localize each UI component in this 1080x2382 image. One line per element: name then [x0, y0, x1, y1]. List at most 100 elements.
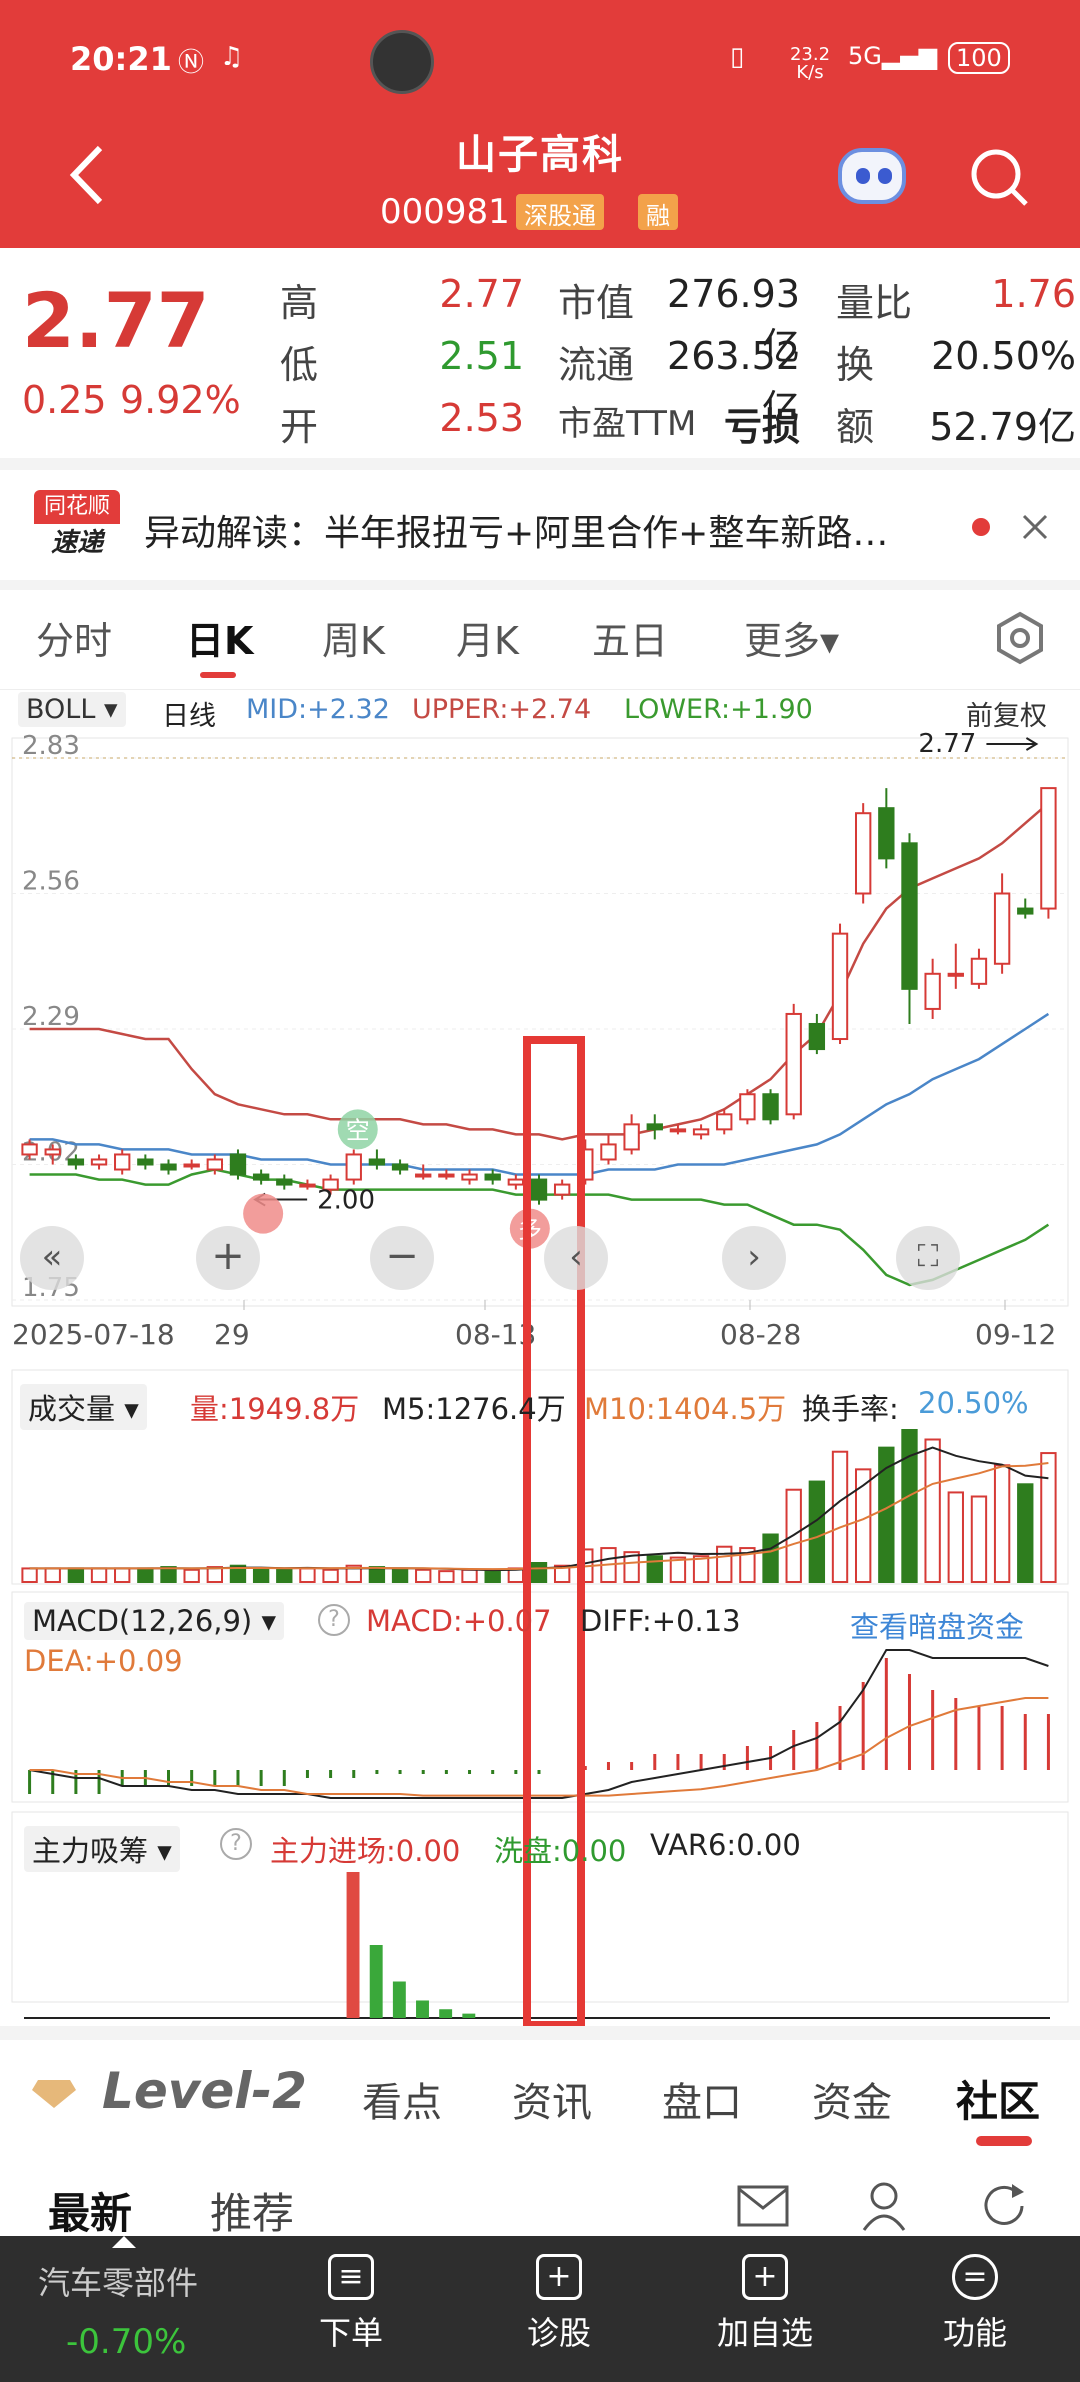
x-tick-label: 08-28 — [720, 1318, 801, 1351]
tag-margin[interactable]: 融 — [638, 194, 678, 230]
candle — [993, 892, 1011, 965]
help-icon[interactable]: ? — [318, 1604, 350, 1636]
turnover-rate-label: 换手率: — [802, 1392, 899, 1426]
var6-value: VAR6:0.00 — [650, 1828, 801, 1862]
wash-bar — [439, 2009, 453, 2018]
battery-icon: 100 — [948, 42, 1010, 74]
high-value: 2.77 — [439, 272, 524, 316]
main-force-select[interactable]: 主力吸筹 ▾ — [24, 1826, 180, 1872]
add-watchlist-button[interactable]: + 加自选 — [700, 2254, 830, 2354]
dea-value: DEA:+0.09 — [24, 1644, 183, 1678]
volume-header: 成交量 ▾ 量:1949.8万 M5:1276.4万 M10:1404.5万 换… — [0, 1376, 1080, 1430]
candle — [137, 1158, 154, 1166]
search-icon[interactable] — [968, 146, 1032, 210]
signal-icon: 5G▂▄▆ — [848, 42, 938, 70]
order-button[interactable]: ≡ 下单 — [286, 2254, 416, 2354]
tab-news[interactable]: 资讯 — [512, 2070, 592, 2128]
tag-hk-connect[interactable]: 深股通 — [516, 194, 604, 230]
scroll-right-icon[interactable]: › — [722, 1226, 786, 1290]
low-marker: 2.00 — [317, 1186, 375, 1216]
candle — [808, 1022, 826, 1051]
candle — [600, 1143, 617, 1161]
period-tabs: 分时 日K 周K 月K 五日 更多▾ — [0, 590, 1080, 690]
tab-orderbook[interactable]: 盘口 — [662, 2070, 742, 2128]
tab-funds[interactable]: 资金 — [812, 2070, 892, 2128]
tab-latest[interactable]: 最新 — [48, 2180, 132, 2241]
settings-icon[interactable] — [992, 610, 1048, 666]
price-change-pct: 9.92% — [120, 378, 241, 422]
x-tick-label: 09-12 — [975, 1318, 1056, 1351]
tab-monthly-k[interactable]: 月K — [456, 610, 519, 665]
help-icon[interactable]: ? — [220, 1828, 252, 1860]
candle — [831, 932, 849, 1041]
mail-icon[interactable] — [736, 2184, 790, 2228]
level2-logo[interactable]: Level-2 — [102, 2062, 307, 2120]
diamond-icon — [32, 2080, 76, 2108]
tab-more[interactable]: 更多▾ — [744, 610, 839, 665]
candle — [716, 1113, 733, 1131]
quote-panel: 2.77 0.25 9.92% 高 2.77 低 2.51 开 2.53 市值 … — [0, 248, 1080, 458]
news-badge: 同花顺 速递 — [34, 490, 120, 562]
tab-recommend[interactable]: 推荐 — [210, 2180, 294, 2241]
stock-code: 000981 — [380, 192, 510, 232]
mcap-label: 市值 — [558, 281, 635, 325]
wash-value: 洗盘:0.00 — [494, 1834, 627, 1868]
sector-name[interactable]: 汽车零部件 — [38, 2258, 198, 2304]
tab-intraday[interactable]: 分时 — [36, 610, 112, 665]
tab-five-day[interactable]: 五日 — [592, 610, 668, 665]
candle — [785, 1012, 802, 1116]
diagnose-button[interactable]: + 诊股 — [494, 2254, 624, 2354]
tab-weekly-k[interactable]: 周K — [322, 610, 385, 665]
news-badge-top: 同花顺 — [34, 490, 120, 524]
adjust-mode[interactable]: 前复权 — [966, 694, 1047, 733]
entry-bar — [346, 1872, 360, 2018]
scroll-left-icon[interactable]: ‹ — [544, 1226, 608, 1290]
main-force-header: 主力吸筹 ▾ ? 主力进场:0.00 洗盘:0.00 VAR6:0.00 — [0, 1820, 1080, 1872]
vol-ratio-value: 1.76 — [991, 272, 1076, 316]
refresh-icon[interactable] — [978, 2180, 1030, 2232]
boll-mid-label: MID:+2.32 — [246, 694, 390, 725]
volume-bar — [808, 1480, 826, 1583]
zoom-out-icon[interactable]: − — [370, 1226, 434, 1290]
candle — [438, 1173, 455, 1178]
order-label: 下单 — [318, 2314, 383, 2352]
indicator-bar: BOLL ▾ 日线 MID:+2.32 UPPER:+2.74 LOWER:+1… — [0, 688, 1080, 732]
tab-highlights[interactable]: 看点 — [362, 2070, 442, 2128]
robot-assistant-icon[interactable] — [838, 148, 906, 204]
candle — [1040, 787, 1057, 910]
fullscreen-icon[interactable]: ⛶ — [896, 1226, 960, 1290]
amount-value: 52.79亿 — [929, 405, 1076, 449]
zoom-in-icon[interactable]: + — [196, 1226, 260, 1290]
candle — [21, 1143, 38, 1156]
candle — [415, 1173, 432, 1178]
close-icon[interactable] — [1020, 512, 1050, 542]
volume-bar — [762, 1533, 779, 1583]
volume-select[interactable]: 成交量 ▾ — [20, 1384, 147, 1430]
volume-m10: M10:1404.5万 — [584, 1392, 787, 1426]
volume-bar — [970, 1495, 988, 1583]
user-icon[interactable] — [860, 2180, 908, 2232]
candle — [183, 1163, 200, 1168]
scroll-left-fast-icon[interactable]: « — [20, 1226, 84, 1290]
volume-bar — [646, 1555, 663, 1584]
news-banner[interactable]: 同花顺 速递 异动解读：半年报扭亏+阿里合作+整车新路… — [0, 470, 1080, 580]
functions-button[interactable]: = 功能 — [910, 2254, 1040, 2354]
expand-arrow-icon[interactable] — [112, 2236, 136, 2248]
volume-bar — [484, 1568, 501, 1583]
news-text: 异动解读：半年报扭亏+阿里合作+整车新路… — [144, 513, 889, 554]
wash-bar — [416, 2000, 429, 2018]
candle — [67, 1158, 85, 1166]
candle — [646, 1123, 663, 1131]
tab-daily-k[interactable]: 日K — [186, 610, 253, 665]
candle — [924, 972, 941, 1010]
dark-pool-link[interactable]: 查看暗盘资金 — [850, 1604, 1024, 1646]
tab-community[interactable]: 社区 — [956, 2068, 1040, 2129]
volume-bar — [947, 1491, 964, 1584]
last-price: 2.77 — [22, 276, 210, 365]
entry-value: 主力进场:0.00 — [270, 1834, 461, 1868]
volume-bar — [21, 1567, 38, 1584]
candle — [461, 1173, 478, 1181]
feed-tabs: 最新 推荐 — [0, 2160, 1080, 2240]
macd-select[interactable]: MACD(12,26,9) ▾ — [24, 1602, 285, 1640]
indicator-select[interactable]: BOLL ▾ — [18, 692, 126, 727]
